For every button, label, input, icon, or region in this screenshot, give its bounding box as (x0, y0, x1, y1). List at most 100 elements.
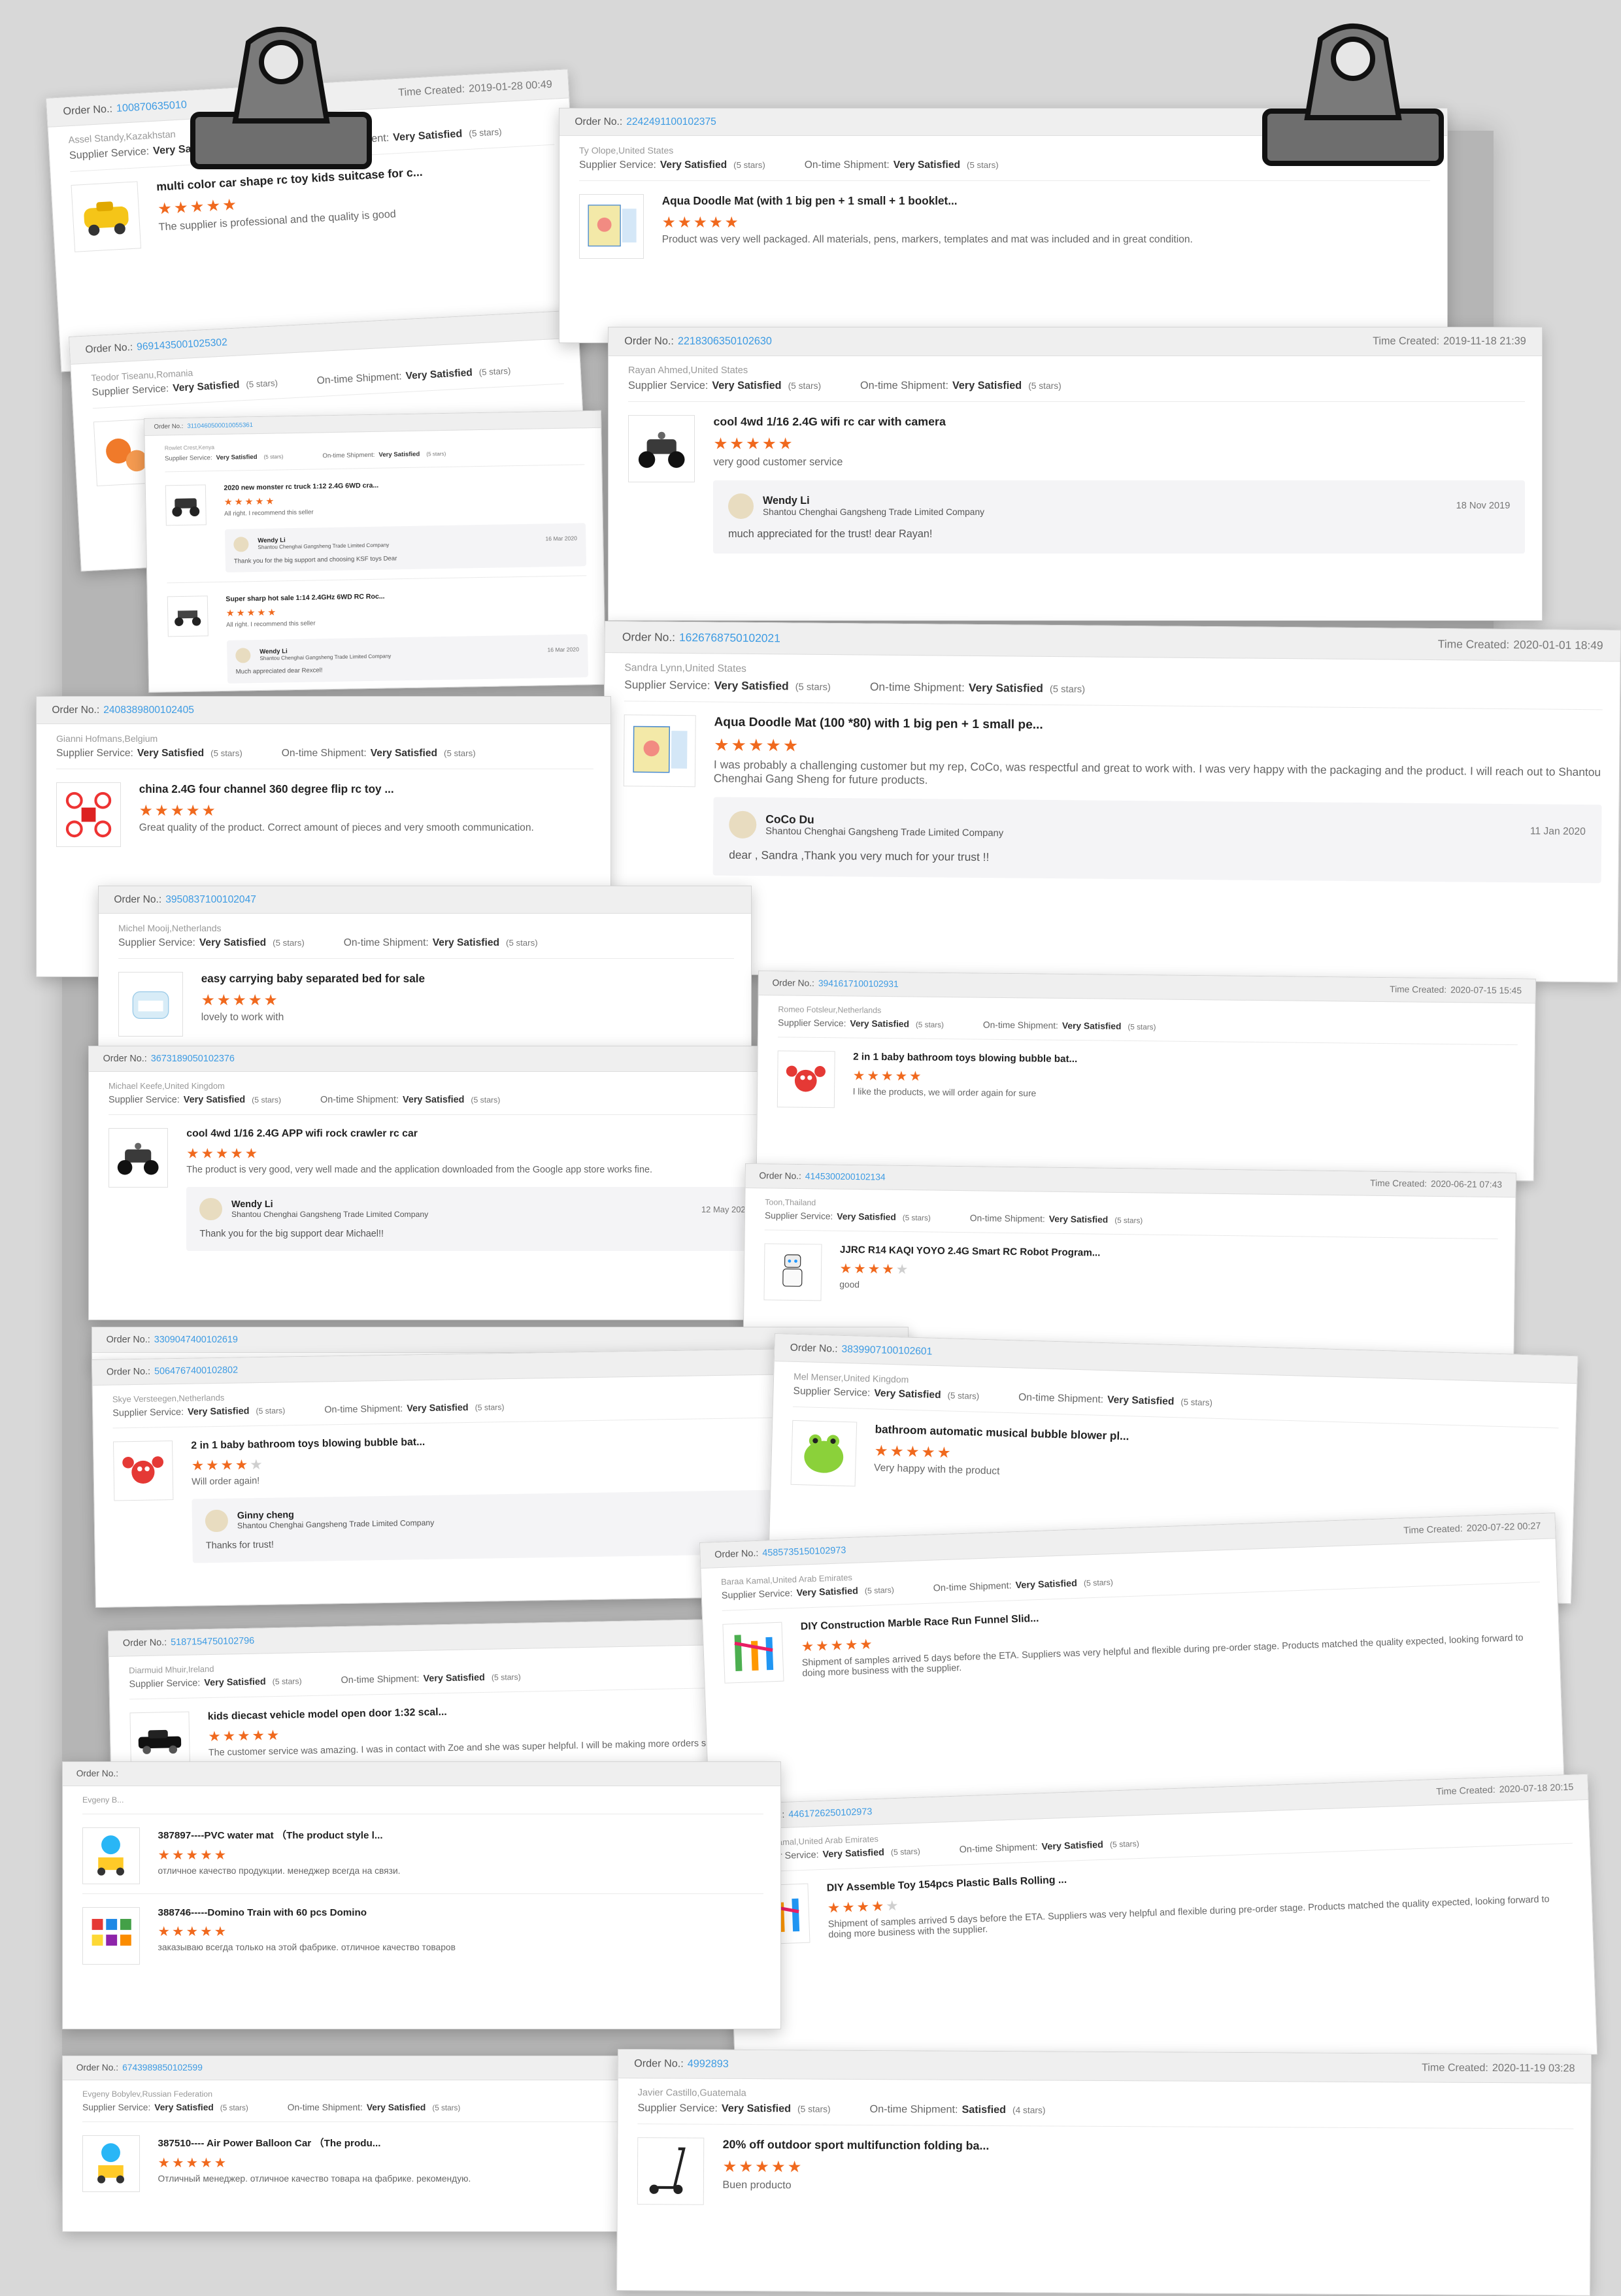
shipment-stars: (5 stars) (1109, 1838, 1140, 1850)
supplier-service-stars: (5 stars) (890, 1846, 920, 1857)
doodle-mat-image[interactable] (579, 194, 644, 259)
order-number-link[interactable]: 2218306350102630 (678, 335, 772, 347)
order-number-link[interactable]: 5187154750102796 (171, 1635, 254, 1647)
rc-rock-image[interactable] (167, 595, 209, 637)
order-number-link[interactable]: 4585735150102973 (762, 1545, 846, 1558)
order-number-link[interactable]: 2242491100102375 (626, 116, 716, 127)
rc-car-image[interactable] (109, 1127, 169, 1188)
product-title-link[interactable]: china 2.4G four channel 360 degree flip … (139, 782, 593, 796)
reply-company: Shantou Chenghai Gangsheng Trade Limited… (765, 826, 1004, 839)
star-icon: ★ (722, 2158, 739, 2176)
card-body: Michael Keefe,United Kingdom Supplier Ser… (89, 1072, 780, 1257)
order-label: Order No.: (103, 1053, 147, 1064)
order-number-link[interactable]: 3839907100102601 (841, 1344, 932, 1357)
order-row: Order No.: 1626768750102021 (622, 630, 780, 645)
supplier-service-stars: (5 stars) (902, 1213, 931, 1223)
domino-image[interactable] (82, 1907, 140, 1965)
star-icon: ★ (882, 1261, 896, 1277)
car-suitcase-image[interactable] (71, 181, 142, 252)
star-icon: ★ (880, 1068, 895, 1084)
star-icon: ★ (191, 1456, 207, 1474)
feedback-item: cool 4wd 1/16 2.4G APP wifi rock crawler… (109, 1114, 763, 1251)
star-icon: ★ (252, 1726, 267, 1744)
shipment-label: On-time Shipment: (869, 680, 965, 694)
drone-image[interactable] (56, 782, 121, 848)
star-icon: ★ (255, 497, 266, 508)
product-title-link[interactable]: 2020 new monster rc truck 1:12 2.4G 6WD … (224, 478, 585, 492)
reply-text: Much appreciated dear Rexcel! (235, 667, 323, 676)
supplier-service-label: Supplier Service: (118, 937, 195, 949)
product-title-link[interactable]: 2 in 1 baby bathroom toys blowing bubble… (853, 1051, 1518, 1069)
order-number-link[interactable]: 100870635010 (116, 99, 187, 114)
product-title-link[interactable]: Aqua Doodle Mat (with 1 big pen + 1 smal… (662, 194, 1430, 208)
shipment-label: On-time Shipment: (320, 1094, 399, 1105)
product-title-link[interactable]: Super sharp hot sale 1:14 2.4GHz 6WD RC … (226, 589, 587, 603)
order-row: Order No.: 5064767400102802 (107, 1365, 238, 1377)
product-title-link[interactable]: 20% off outdoor sport multifunction fold… (723, 2138, 1574, 2156)
order-number-link[interactable]: 4145300200102134 (805, 1171, 886, 1182)
shipment-label: On-time Shipment: (281, 748, 367, 759)
time-label: Time Created: (1437, 637, 1510, 652)
product-title-link[interactable]: cool 4wd 1/16 2.4G wifi rc car with came… (713, 415, 1525, 429)
order-number-link[interactable]: 3309047400102619 (154, 1335, 238, 1345)
crab-image[interactable] (777, 1050, 835, 1108)
shipment-label: On-time Shipment: (933, 1580, 1012, 1594)
review-text: отличное качество продукции. менеджер вс… (158, 1865, 401, 1876)
reply-author: CoCo Du Shantou Chenghai Gangsheng Trade … (765, 813, 1003, 839)
star-icon: ★ (200, 1924, 214, 1940)
shipment-label: On-time Shipment: (343, 937, 429, 949)
scooter-image[interactable] (637, 2137, 705, 2205)
shipment-stars: (5 stars) (444, 748, 476, 759)
order-number-link[interactable]: 9691435001025302 (137, 337, 227, 352)
balloon-car-image[interactable] (82, 2135, 140, 2193)
monster-truck-image[interactable] (165, 484, 207, 526)
shipment-stars: (4 stars) (1012, 2105, 1046, 2116)
order-row: Order No.: 4585735150102973 (714, 1545, 846, 1560)
reply-text: much appreciated for the trust! dear Ray… (728, 528, 933, 541)
order-label: Order No.: (790, 1342, 838, 1355)
reply-name: Wendy Li (762, 495, 810, 507)
product-title-link[interactable]: JJRC R14 KAQI YOYO 2.4G Smart RC Robot P… (840, 1244, 1498, 1263)
order-number-link[interactable]: 3673189050102376 (151, 1054, 235, 1064)
supplier-service-value: Very Satisfied (137, 748, 205, 759)
marble-run-image[interactable] (722, 1622, 784, 1684)
card-header: Order No.: 4992893 Time Created: 2020-11-19… (618, 2050, 1591, 2084)
order-number-link[interactable]: 1626768750102021 (679, 631, 780, 644)
order-number-link[interactable]: 4992893 (688, 2058, 729, 2070)
rc-car-image[interactable] (628, 415, 695, 482)
order-label: Order No.: (76, 2063, 119, 2073)
order-number-link[interactable]: 2408389800102405 (103, 705, 194, 716)
crab-image[interactable] (112, 1440, 174, 1501)
star-icon: ★ (186, 1847, 201, 1863)
reply-header: Wendy Li Shantou Chenghai Gangsheng Trade… (199, 1197, 750, 1221)
order-number-link[interactable]: 3941617100102931 (818, 978, 899, 989)
product-title-link[interactable]: easy carrying baby separated bed for sal… (201, 972, 734, 986)
reply-company: Shantou Chenghai Gangsheng Trade Limited… (762, 507, 984, 518)
star-icon: ★ (748, 735, 766, 756)
robot-image[interactable] (763, 1243, 822, 1301)
product-title-link[interactable]: Aqua Doodle Mat (100 *80) with 1 big pen… (714, 716, 1602, 738)
order-number-link[interactable]: 3110460500010055361 (187, 422, 253, 430)
baby-bed-image[interactable] (118, 972, 183, 1037)
balloon-car-image[interactable] (82, 1827, 140, 1885)
on-time-shipment: On-time Shipment:Very Satisfied (5 stars) (1018, 1392, 1212, 1409)
feedback-card: Order No.:4461726250102973Time Created:2… (726, 1773, 1598, 2085)
order-number-link[interactable]: 4461726250102973 (788, 1806, 873, 1820)
frog-image[interactable] (790, 1420, 857, 1487)
review-text: заказываю всегда только на этой фабрике.… (158, 1942, 456, 1953)
order-label: Order No.: (634, 2057, 684, 2070)
star-icon: ★ (172, 1924, 186, 1940)
binder-clip-icon (186, 16, 376, 176)
star-icon: ★ (859, 1635, 875, 1653)
star-icon: ★ (755, 2158, 771, 2176)
doodle-mat-image[interactable] (623, 714, 696, 788)
order-row: Order No.: (76, 1769, 122, 1778)
supplier-service-label: Supplier Service: (579, 159, 656, 171)
product-title-link[interactable]: 388746-----Domino Train with 60 pcs Domi… (158, 1907, 763, 1918)
product-title-link[interactable]: cool 4wd 1/16 2.4G APP wifi rock crawler… (186, 1128, 763, 1140)
order-number-link[interactable]: 5064767400102802 (154, 1365, 238, 1376)
order-number-link[interactable]: 3950837100102047 (165, 894, 256, 905)
order-number-link[interactable]: 6743989850102599 (122, 2063, 203, 2072)
product-title-link[interactable]: 387897----PVC water mat （The product sty… (158, 1827, 763, 1842)
supplier-service-value: Very Satisfied (204, 1676, 266, 1688)
